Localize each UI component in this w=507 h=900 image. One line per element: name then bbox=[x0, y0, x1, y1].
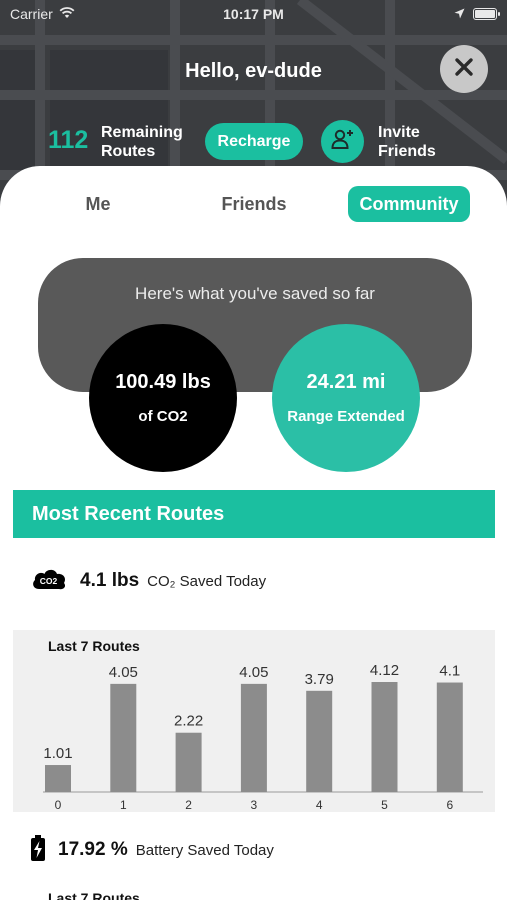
content-sheet: Me Friends Community Here's what you've … bbox=[0, 166, 507, 900]
bar-value-label: 4.05 bbox=[109, 664, 138, 681]
tab-bar: Me Friends Community bbox=[0, 186, 507, 222]
co2-saved-value: 100.49 lbs bbox=[115, 371, 211, 393]
range-extended-label: Range Extended bbox=[287, 408, 405, 425]
bar-value-label: 4.12 bbox=[370, 662, 399, 679]
co2-today-label: CO₂ Saved Today bbox=[147, 572, 267, 590]
co2-today-value: 4.1 lbs bbox=[80, 570, 140, 591]
co2-today-row: CO2 4.1 lbs CO₂ Saved Today bbox=[30, 566, 266, 596]
add-person-icon bbox=[330, 126, 356, 157]
tab-friends[interactable]: Friends bbox=[206, 186, 302, 222]
remaining-routes-label-line2: Routes bbox=[101, 143, 156, 160]
bar-value-label: 4.05 bbox=[239, 664, 268, 681]
status-bar: Carrier 10:17 PM bbox=[0, 0, 507, 30]
bar-chart-svg: 1.01 0 4.05 1 2.22 2 4.05 3 3.79 4 4.12 5 4.1 6 bbox=[43, 662, 483, 812]
invite-label-line1: Invite bbox=[378, 124, 420, 141]
remaining-routes-count: 112 bbox=[48, 126, 89, 154]
tab-me[interactable]: Me bbox=[60, 186, 136, 222]
last-7-routes-chart: Last 7 Routes 1.01 0 4.05 1 2.22 2 4.05 3 3.79 4 4… bbox=[13, 630, 495, 812]
close-icon bbox=[454, 57, 474, 82]
battery-icon bbox=[473, 8, 500, 20]
most-recent-routes-header: Most Recent Routes bbox=[13, 490, 495, 538]
chart-bar bbox=[240, 683, 267, 792]
x-tick-label: 4 bbox=[316, 798, 323, 812]
range-extended-value: 24.21 mi bbox=[306, 371, 386, 393]
x-tick-label: 5 bbox=[381, 798, 388, 812]
remaining-routes-label: Remaining Routes bbox=[101, 123, 201, 161]
x-tick-label: 6 bbox=[446, 798, 453, 812]
x-tick-label: 3 bbox=[251, 798, 258, 812]
chart-bar bbox=[110, 683, 137, 792]
close-button[interactable] bbox=[440, 45, 488, 93]
battery-today-value: 17.92 % bbox=[58, 839, 128, 860]
co2-badge-text: CO2 bbox=[40, 576, 58, 586]
greeting-title: Hello, ev-dude bbox=[185, 60, 322, 82]
invite-friends-label[interactable]: Invite Friends bbox=[378, 123, 478, 161]
status-right-icons bbox=[454, 6, 500, 22]
range-extended-circle: 24.21 mi Range Extended bbox=[272, 324, 420, 472]
savings-title: Here's what you've saved so far bbox=[135, 284, 375, 303]
second-chart-title: Last 7 Routes bbox=[48, 890, 140, 900]
battery-today-label: Battery Saved Today bbox=[135, 841, 274, 859]
battery-today-row: 17.92 % Battery Saved Today bbox=[30, 834, 274, 866]
bar-value-label: 4.1 bbox=[439, 663, 460, 680]
tab-community[interactable]: Community bbox=[348, 186, 470, 222]
chart-bar bbox=[371, 682, 398, 792]
invite-friends-button[interactable] bbox=[321, 120, 364, 163]
remaining-routes-label-line1: Remaining bbox=[101, 124, 183, 141]
invite-label-line2: Friends bbox=[378, 143, 436, 160]
co2-saved-label: of CO2 bbox=[138, 408, 188, 425]
co2-saved-circle: 100.49 lbs of CO2 bbox=[89, 324, 237, 472]
x-tick-label: 0 bbox=[55, 798, 62, 812]
co2-cloud-icon: CO2 bbox=[30, 566, 68, 597]
location-arrow-icon bbox=[454, 6, 465, 22]
x-tick-label: 2 bbox=[185, 798, 192, 812]
chart-bar bbox=[45, 765, 71, 792]
chart-bar bbox=[306, 690, 333, 792]
chart-bar bbox=[436, 682, 463, 792]
bar-value-label: 2.22 bbox=[174, 713, 203, 730]
bar-value-label: 1.01 bbox=[43, 745, 72, 762]
header-info-row: 112 Remaining Routes Recharge Invite Fri… bbox=[0, 118, 507, 168]
recharge-button[interactable]: Recharge bbox=[205, 123, 303, 160]
chart-bar bbox=[175, 732, 202, 792]
clock: 10:17 PM bbox=[223, 6, 284, 22]
battery-charging-icon bbox=[30, 834, 46, 866]
bar-value-label: 3.79 bbox=[305, 671, 334, 688]
x-tick-label: 1 bbox=[120, 798, 127, 812]
